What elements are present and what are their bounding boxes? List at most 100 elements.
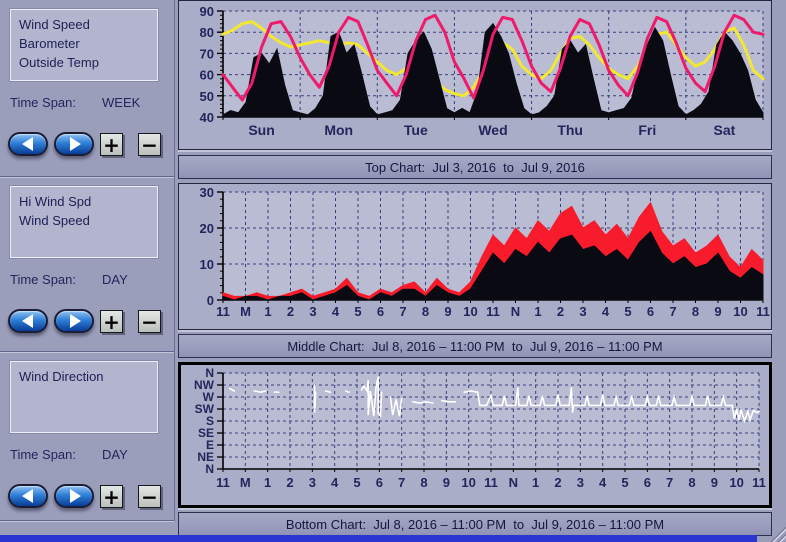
svg-text:11: 11 [216,475,230,490]
svg-text:7: 7 [398,475,405,490]
time-span-row: Time Span: DAY [10,447,128,462]
series-item[interactable]: Barometer [19,34,157,53]
svg-text:11: 11 [216,304,230,319]
svg-text:6: 6 [647,304,654,319]
top-chart-caption: Top Chart: Jul 3, 2016 to Jul 9, 2016 [178,155,772,179]
top-chart-plot[interactable]: 405060708090SunMonTueWedThuFriSat [179,1,771,149]
svg-text:3: 3 [309,304,316,319]
svg-text:10: 10 [729,475,743,490]
top-chart-panel[interactable]: 405060708090SunMonTueWedThuFriSat [178,0,772,150]
zoom-out-button[interactable]: − [138,133,161,156]
svg-text:8: 8 [688,475,695,490]
left-arrow-icon [22,137,33,151]
bottom-chart-plot[interactable]: NNWWSWSSEENEN11M1234567891011N1234567891… [181,365,769,505]
top-chart-series-listbox[interactable]: Wind Speed Barometer Outside Temp [10,9,158,81]
scroll-back-button[interactable] [8,132,48,156]
svg-text:2: 2 [287,304,294,319]
scroll-back-button[interactable] [8,309,48,333]
svg-text:1: 1 [534,304,541,319]
middle-chart-panel[interactable]: 010203011M1234567891011N1234567891011 [178,183,772,330]
svg-text:30: 30 [200,185,214,200]
svg-text:70: 70 [200,46,214,61]
svg-text:40: 40 [200,110,214,125]
svg-text:9: 9 [444,304,451,319]
svg-text:2: 2 [286,475,293,490]
bottom-chart-caption: Bottom Chart: Jul 8, 2016 – 11:00 PM to … [178,512,772,536]
time-span-value: WEEK [102,95,140,110]
nav-button-row: + − [8,130,168,160]
svg-text:4: 4 [331,475,339,490]
scroll-forward-button[interactable] [54,132,94,156]
svg-text:M: M [240,304,251,319]
svg-text:8: 8 [422,304,429,319]
svg-text:5: 5 [621,475,628,490]
svg-text:4: 4 [602,304,610,319]
series-item[interactable]: Wind Speed [19,15,157,34]
svg-text:10: 10 [733,304,747,319]
svg-text:5: 5 [354,304,361,319]
svg-text:N: N [511,304,520,319]
svg-text:Sat: Sat [714,122,736,138]
time-span-label: Time Span: [10,95,76,110]
zoom-out-button[interactable]: − [138,310,161,333]
middle-chart-plot[interactable]: 010203011M1234567891011N1234567891011 [179,184,771,329]
time-span-row: Time Span: DAY [10,272,128,287]
svg-text:60: 60 [200,68,214,83]
svg-text:3: 3 [579,304,586,319]
right-arrow-icon [70,137,81,151]
time-span-label: Time Span: [10,447,76,462]
zoom-in-button[interactable]: + [100,133,123,156]
series-item[interactable]: Outside Temp [19,53,157,72]
svg-text:11: 11 [756,304,770,319]
svg-text:N: N [509,475,518,490]
svg-text:M: M [240,475,251,490]
scroll-forward-button[interactable] [54,309,94,333]
svg-text:5: 5 [624,304,631,319]
svg-text:Wed: Wed [478,122,507,138]
zoom-in-button[interactable]: + [100,485,123,508]
svg-text:11: 11 [484,475,498,490]
svg-text:90: 90 [200,4,214,19]
resize-grip-icon[interactable] [769,525,786,542]
scroll-back-button[interactable] [8,484,48,508]
time-span-row: Time Span: WEEK [10,95,140,110]
time-span-value: DAY [102,272,128,287]
svg-text:3: 3 [309,475,316,490]
middle-chart-series-listbox[interactable]: Hi Wind Spd Wind Speed [10,186,158,258]
weather-graphs-window: Wind Speed Barometer Outside Temp Time S… [0,0,786,542]
svg-text:Sun: Sun [248,122,274,138]
svg-text:10: 10 [200,257,214,272]
scroll-forward-button[interactable] [54,484,94,508]
zoom-in-button[interactable]: + [100,310,123,333]
svg-text:6: 6 [377,304,384,319]
svg-text:1: 1 [264,304,271,319]
svg-text:11: 11 [752,475,766,490]
svg-text:4: 4 [332,304,340,319]
svg-text:Fri: Fri [638,122,656,138]
bottom-chart-series-listbox[interactable]: Wind Direction [10,361,158,433]
svg-text:10: 10 [463,304,477,319]
series-item[interactable]: Wind Speed [19,211,157,230]
svg-text:1: 1 [532,475,539,490]
svg-text:6: 6 [644,475,651,490]
series-item[interactable]: Hi Wind Spd [19,192,157,211]
zoom-out-button[interactable]: − [138,485,161,508]
svg-text:50: 50 [200,89,214,104]
svg-text:N: N [205,462,214,476]
nav-button-row: + − [8,482,168,512]
bottom-chart-panel-selected[interactable]: NNWWSWSSEENEN11M1234567891011N1234567891… [178,362,772,508]
svg-text:7: 7 [666,475,673,490]
time-span-label: Time Span: [10,272,76,287]
svg-text:7: 7 [399,304,406,319]
sidebar-section-top-chart: Wind Speed Barometer Outside Temp Time S… [0,0,174,177]
sidebar: Wind Speed Barometer Outside Temp Time S… [0,0,175,521]
svg-text:6: 6 [376,475,383,490]
svg-text:9: 9 [443,475,450,490]
svg-text:4: 4 [599,475,607,490]
svg-text:10: 10 [461,475,475,490]
time-span-value: DAY [102,447,128,462]
left-arrow-icon [22,314,33,328]
series-item[interactable]: Wind Direction [19,367,157,386]
sidebar-section-middle-chart: Hi Wind Spd Wind Speed Time Span: DAY + − [0,177,174,352]
svg-text:9: 9 [711,475,718,490]
